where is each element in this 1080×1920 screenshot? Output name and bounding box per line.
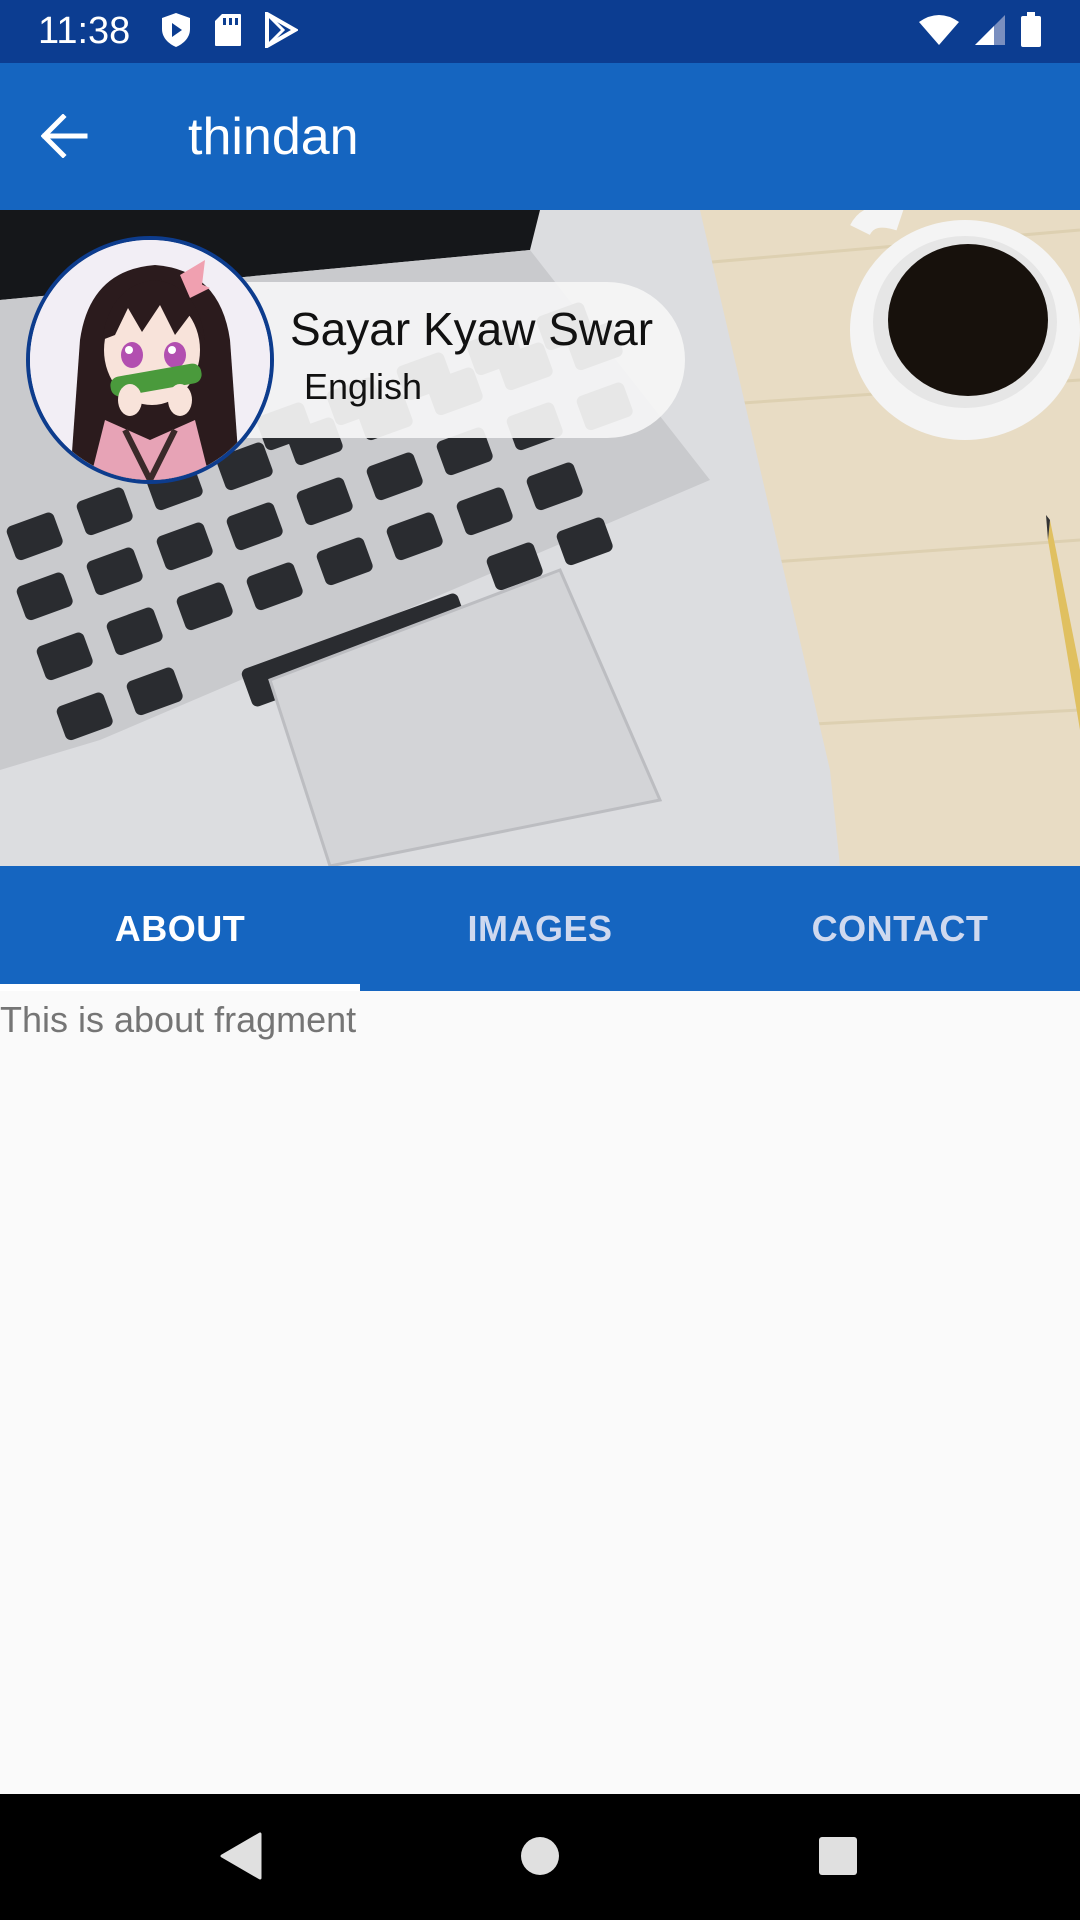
profile-name: Sayar Kyaw Swar <box>290 303 654 355</box>
app-title: thindan <box>188 108 359 166</box>
fragment-text: This is about fragment <box>0 999 357 1040</box>
nav-home-button[interactable] <box>512 1830 568 1886</box>
profile-language: English <box>304 366 423 407</box>
tab-contact-label: CONTACT <box>811 907 989 949</box>
signal-icon <box>974 14 1006 51</box>
shield-play-icon <box>160 12 192 53</box>
back-triangle-icon <box>218 1832 262 1885</box>
battery-icon <box>1020 11 1042 53</box>
tab-indicator <box>0 984 360 991</box>
tab-about[interactable]: ABOUT <box>0 866 360 991</box>
recents-square-icon <box>818 1836 858 1881</box>
nav-recents-button[interactable] <box>810 1830 866 1886</box>
nav-back-button[interactable] <box>212 1830 268 1886</box>
tab-about-label: ABOUT <box>114 907 246 949</box>
tab-images[interactable]: IMAGES <box>360 866 720 991</box>
avatar[interactable] <box>26 236 274 484</box>
app-bar: thindan <box>0 63 1080 210</box>
home-circle-icon <box>520 1836 560 1881</box>
status-bar: 11:38 <box>0 0 1080 63</box>
status-time: 11:38 <box>38 10 131 52</box>
sd-card-icon <box>214 13 242 52</box>
status-right-icons <box>918 11 1042 53</box>
system-nav-bar <box>0 1794 1080 1920</box>
anime-avatar-image <box>30 240 270 480</box>
play-store-icon <box>264 10 300 53</box>
arrow-back-icon <box>40 112 89 163</box>
wifi-icon <box>918 14 960 51</box>
tab-contact[interactable]: CONTACT <box>720 866 1080 991</box>
tab-bar: ABOUT IMAGES CONTACT <box>0 866 1080 991</box>
profile-header: Sayar Kyaw Swar English <box>0 210 1080 866</box>
tab-images-label: IMAGES <box>467 907 613 949</box>
status-left-icons <box>160 10 300 53</box>
back-button[interactable] <box>30 103 100 173</box>
